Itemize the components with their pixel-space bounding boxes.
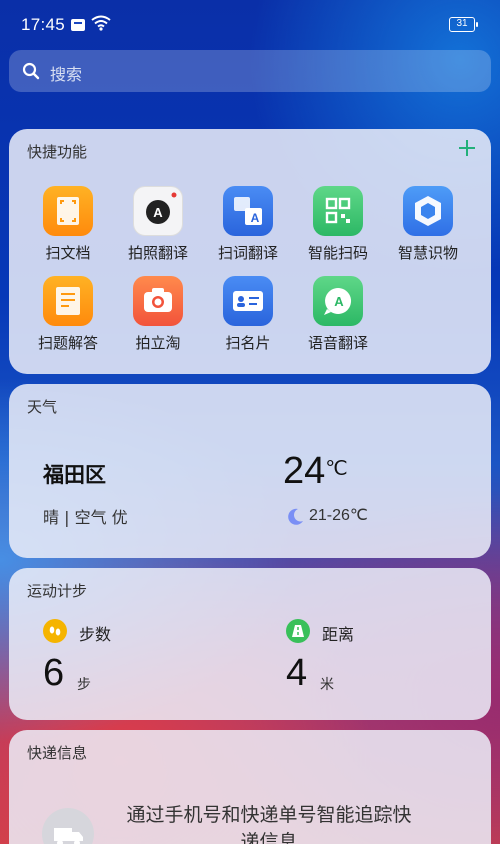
svg-text:A: A	[251, 211, 260, 225]
weather-card[interactable]: 天气 福田区 晴 | 空气 优 24℃ 21-26℃	[9, 384, 491, 558]
express-title: 快递信息	[27, 744, 88, 762]
app-photo-translate[interactable]: A 拍照翻译	[113, 186, 203, 263]
app-scan-document[interactable]: 扫文档	[23, 186, 113, 263]
road-icon	[286, 619, 310, 643]
steps-unit: 步	[77, 677, 91, 693]
app-label: 扫词翻译	[217, 244, 278, 262]
app-word-translate[interactable]: A 扫词翻译	[203, 186, 293, 263]
distance-value: 4	[286, 652, 308, 694]
delivery-truck-icon	[42, 808, 94, 844]
object-recognition-icon	[403, 186, 453, 236]
wifi-icon	[91, 15, 111, 35]
svg-text:A: A	[153, 205, 163, 220]
app-label: 拍立淘	[135, 334, 181, 352]
app-question-solve[interactable]: 扫题解答	[23, 276, 113, 353]
moon-icon	[285, 506, 305, 530]
weather-temperature: 24℃	[283, 450, 348, 493]
temperature-value: 24	[283, 450, 326, 492]
footprints-icon	[43, 619, 67, 643]
battery-indicator: 31	[449, 17, 478, 32]
weather-range: 21-26℃	[309, 507, 368, 524]
status-time: 17:45	[21, 15, 66, 34]
voice-translate-icon: A	[313, 276, 363, 326]
weather-title: 天气	[27, 398, 58, 416]
app-label: 智慧识物	[397, 244, 458, 262]
steps-value: 6	[43, 652, 65, 694]
steps-title: 运动计步	[27, 582, 88, 600]
add-shortcut-icon[interactable]	[457, 138, 477, 158]
app-label: 智能扫码	[307, 244, 368, 262]
steps-card[interactable]: 运动计步 步数 6 步 距离 4 米	[9, 568, 491, 720]
steps-label: 步数	[79, 625, 112, 644]
express-card[interactable]: 快递信息 通过手机号和快递单号智能追踪快递信息	[9, 730, 491, 844]
express-message: 通过手机号和快递单号智能追踪快递信息	[126, 804, 412, 844]
app-label: 扫文档	[45, 244, 91, 262]
app-label: 拍照翻译	[127, 244, 188, 262]
app-label: 语音翻译	[307, 334, 368, 352]
photo-translate-icon: A	[133, 186, 183, 236]
word-translate-icon: A	[223, 186, 273, 236]
svg-text:A: A	[334, 294, 344, 309]
app-label: 扫题解答	[37, 334, 98, 352]
status-bar: 17:45 31	[0, 0, 500, 48]
search-icon	[22, 62, 40, 84]
temperature-unit: ℃	[325, 458, 348, 480]
shortcuts-card: 快捷功能 扫文档 A 拍照翻译 A 扫词翻译 智能扫码 智慧识物 扫题解答 拍立…	[9, 129, 491, 374]
question-solve-icon	[43, 276, 93, 326]
app-object-recognition[interactable]: 智慧识物	[383, 186, 473, 263]
app-qr-scan[interactable]: 智能扫码	[293, 186, 383, 263]
app-label: 扫名片	[225, 334, 271, 352]
business-card-icon	[223, 276, 273, 326]
scan-document-icon	[43, 186, 93, 236]
distance-unit: 米	[320, 677, 334, 693]
camera-icon	[133, 276, 183, 326]
message-notification-icon	[71, 19, 85, 31]
distance-label: 距离	[322, 625, 355, 644]
weather-condition: 晴 | 空气 优	[43, 508, 128, 527]
qr-code-icon	[313, 186, 363, 236]
app-voice-translate[interactable]: A 语音翻译	[293, 276, 383, 353]
app-business-card[interactable]: 扫名片	[203, 276, 293, 353]
shortcuts-title: 快捷功能	[27, 143, 88, 161]
search-bar[interactable]: 搜索	[9, 50, 491, 92]
app-snap-shop[interactable]: 拍立淘	[113, 276, 203, 353]
weather-city: 福田区	[43, 463, 106, 487]
search-placeholder: 搜索	[50, 65, 83, 84]
